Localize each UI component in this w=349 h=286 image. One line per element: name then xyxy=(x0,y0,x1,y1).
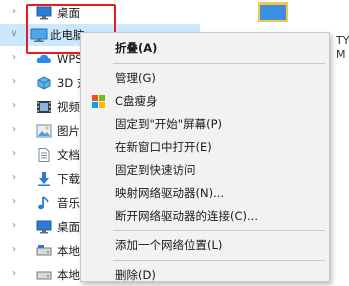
chevron-right-icon[interactable]: › xyxy=(9,99,19,113)
menu-item-pin-start[interactable]: 固定到"开始"屏幕(P) xyxy=(81,113,329,135)
content-item-text: M xyxy=(336,48,346,61)
menu-separator xyxy=(113,260,325,261)
chevron-right-icon[interactable]: › xyxy=(9,51,19,65)
windows-logo-icon xyxy=(91,94,106,109)
chevron-down-icon[interactable]: ∨ xyxy=(9,27,19,41)
nav-item-label: 本地 xyxy=(57,244,80,258)
cloud-icon xyxy=(36,52,52,66)
nav-item-label: 视频 xyxy=(57,100,80,114)
menu-item-label: 断开网络驱动器的连接(C)... xyxy=(115,209,258,223)
folder-icon[interactable] xyxy=(258,2,288,22)
menu-item-label: 添加一个网络位置(L) xyxy=(115,238,223,252)
documents-icon xyxy=(36,148,52,162)
menu-item-label: 管理(G) xyxy=(115,71,156,85)
chevron-right-icon[interactable]: › xyxy=(9,5,19,19)
nav-item-label: 下载 xyxy=(57,172,80,186)
menu-item-manage[interactable]: 管理(G) xyxy=(81,67,329,89)
chevron-right-icon[interactable]: › xyxy=(9,219,19,233)
menu-item-delete[interactable]: 删除(D) xyxy=(81,264,329,286)
menu-item-label: 在新窗口中打开(E) xyxy=(115,140,212,154)
3d-objects-icon xyxy=(36,76,52,90)
menu-item-label: 折叠(A) xyxy=(115,41,158,55)
menu-item-disconnect-drive[interactable]: 断开网络驱动器的连接(C)... xyxy=(81,205,329,227)
desktop-icon xyxy=(36,220,52,234)
chevron-right-icon[interactable]: › xyxy=(9,195,19,209)
menu-item-add-network-location[interactable]: 添加一个网络位置(L) xyxy=(81,234,329,256)
pictures-icon xyxy=(36,124,52,138)
nav-item-label: 音乐 xyxy=(57,196,80,210)
menu-separator xyxy=(113,63,325,64)
chevron-right-icon[interactable]: › xyxy=(9,171,19,185)
chevron-right-icon[interactable]: › xyxy=(9,147,19,161)
menu-item-label: 映射网络驱动器(N)... xyxy=(115,186,225,200)
nav-item-label: 文档 xyxy=(57,148,80,162)
menu-item-label: 固定到快速访问 xyxy=(115,163,196,177)
nav-item-label: 图片 xyxy=(57,124,80,138)
menu-item-open-new-window[interactable]: 在新窗口中打开(E) xyxy=(81,136,329,158)
menu-item-label: C盘瘦身 xyxy=(115,94,158,108)
menu-item-collapse[interactable]: 折叠(A) xyxy=(81,37,329,59)
nav-item-label: 本地 xyxy=(57,268,80,282)
menu-item-label: 删除(D) xyxy=(115,268,156,282)
menu-item-pin-quick-access[interactable]: 固定到快速访问 xyxy=(81,159,329,181)
downloads-icon xyxy=(36,172,52,186)
drive-icon xyxy=(36,244,52,258)
music-icon xyxy=(36,196,52,210)
menu-item-map-drive[interactable]: 映射网络驱动器(N)... xyxy=(81,182,329,204)
chevron-right-icon[interactable]: › xyxy=(9,267,19,281)
menu-item-c-slim[interactable]: C盘瘦身 xyxy=(81,90,329,112)
video-icon xyxy=(36,100,52,114)
menu-item-label: 固定到"开始"屏幕(P) xyxy=(115,117,222,131)
nav-item-label: 桌面 xyxy=(57,220,80,234)
chevron-right-icon[interactable]: › xyxy=(9,123,19,137)
chevron-right-icon[interactable]: › xyxy=(9,243,19,257)
context-menu: 折叠(A) 管理(G) C盘瘦身 固定到"开始"屏幕(P) 在新窗口中打开(E)… xyxy=(80,32,330,282)
menu-separator xyxy=(113,230,325,231)
content-item-text: TY xyxy=(336,34,349,47)
chevron-right-icon[interactable]: › xyxy=(9,75,19,89)
drive-icon xyxy=(36,268,52,282)
